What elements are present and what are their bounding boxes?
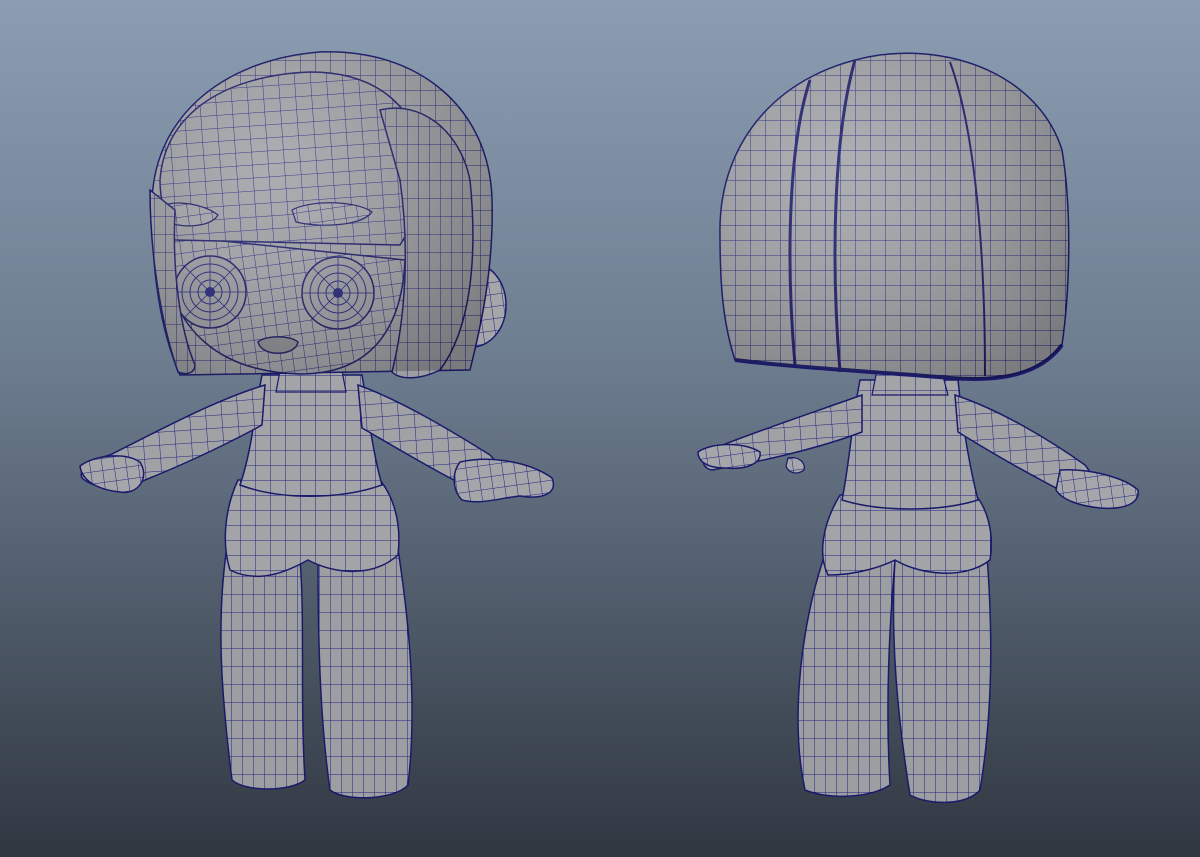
back-left-leg[interactable] [797,539,896,798]
model-back[interactable] [697,52,1139,804]
front-left-eye[interactable] [173,255,247,329]
back-right-hand[interactable] [1055,469,1139,510]
front-left-leg[interactable] [220,539,306,790]
model-front[interactable] [79,51,555,799]
viewport-canvas[interactable] [0,0,1200,857]
front-left-hand[interactable] [79,455,145,493]
back-left-hand[interactable] [697,443,761,470]
back-left-thumb[interactable] [785,457,805,474]
front-right-eye[interactable] [301,256,375,330]
back-hair[interactable] [719,52,1070,380]
front-right-hand[interactable] [453,458,555,503]
maya-viewport[interactable] [0,0,1200,857]
